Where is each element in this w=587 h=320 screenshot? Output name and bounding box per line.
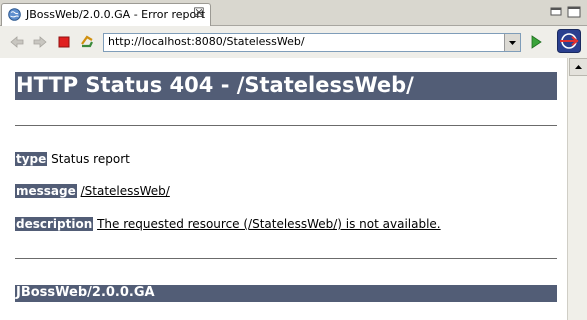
server-footer: JBossWeb/2.0.0.GA — [16, 285, 155, 300]
divider — [15, 258, 557, 259]
close-tab-icon[interactable]: ☒ — [193, 6, 205, 22]
editor-tab-bar: JBossWeb/2.0.0.GA - Error report ☒ — [0, 0, 587, 26]
refresh-icon[interactable] — [79, 34, 95, 50]
type-label: type — [15, 152, 48, 166]
server-footer-bar: JBossWeb/2.0.0.GA — [15, 285, 557, 302]
divider — [15, 125, 557, 126]
scroll-up-button[interactable] — [569, 58, 587, 76]
url-text: http://localhost:8080/StatelessWeb/ — [108, 35, 305, 48]
go-icon[interactable] — [528, 34, 544, 50]
chevron-up-icon — [575, 65, 582, 69]
tab-title: JBossWeb/2.0.0.GA - Error report — [26, 8, 206, 21]
maximize-icon[interactable] — [567, 6, 581, 18]
url-input[interactable]: http://localhost:8080/StatelessWeb/ — [103, 33, 521, 52]
error-heading: HTTP Status 404 - /StatelessWeb/ — [16, 73, 414, 97]
browser-toolbar: http://localhost:8080/StatelessWeb/ — [0, 26, 587, 59]
description-row: description The requested resource (/Sta… — [15, 217, 441, 233]
browser-tab[interactable]: JBossWeb/2.0.0.GA - Error report ☒ — [1, 3, 211, 26]
type-value: Status report — [51, 152, 130, 166]
message-label: message — [15, 184, 77, 198]
page-content: HTTP Status 404 - /StatelessWeb/ type St… — [0, 58, 567, 320]
forward-arrow-icon[interactable] — [32, 34, 48, 50]
error-heading-bar: HTTP Status 404 - /StatelessWeb/ — [15, 72, 557, 100]
stop-icon[interactable] — [56, 34, 72, 50]
type-row: type Status report — [15, 152, 130, 168]
back-arrow-icon[interactable] — [9, 34, 25, 50]
message-value: /StatelessWeb/ — [80, 184, 170, 198]
globe-icon — [8, 8, 21, 21]
url-history-dropdown[interactable] — [504, 34, 520, 51]
chevron-down-icon — [509, 41, 516, 45]
description-label: description — [15, 217, 94, 231]
vertical-scrollbar[interactable] — [567, 58, 587, 320]
description-value: The requested resource (/StatelessWeb/) … — [97, 217, 441, 231]
minimize-icon[interactable] — [549, 6, 563, 18]
message-row: message /StatelessWeb/ — [15, 184, 170, 200]
browser-logo-icon[interactable] — [557, 29, 581, 53]
